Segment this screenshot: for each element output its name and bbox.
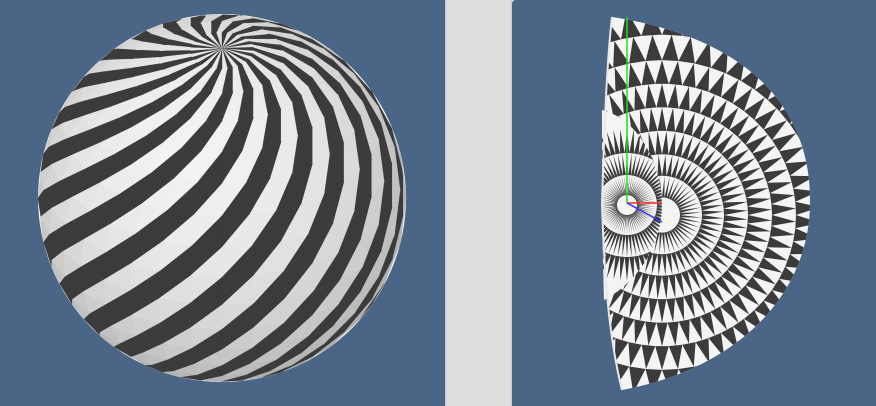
sphere-render	[0, 0, 445, 406]
viewport-splitter[interactable]	[445, 0, 512, 406]
viewport-left[interactable]	[0, 0, 445, 406]
app-window	[0, 0, 876, 406]
cut-sphere-render	[512, 0, 876, 406]
sphere-mesh	[37, 14, 407, 382]
viewport-right[interactable]	[512, 0, 876, 406]
